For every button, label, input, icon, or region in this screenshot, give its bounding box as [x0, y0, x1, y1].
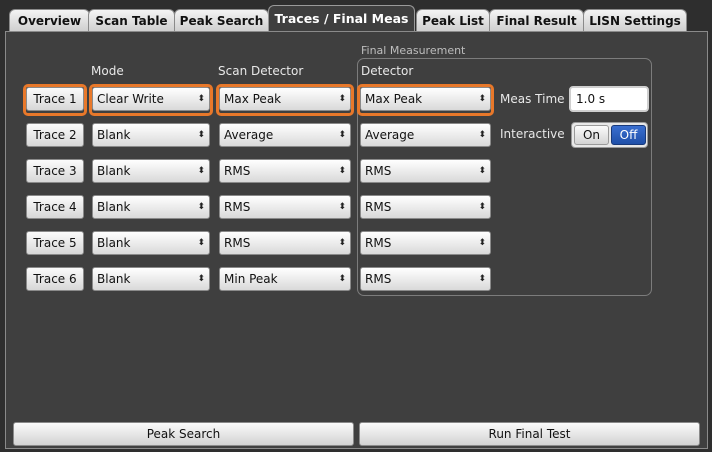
scan-detector-value-4: RMS [224, 200, 251, 214]
trace-6-button[interactable]: Trace 6 [26, 267, 84, 291]
mode-value-1: Clear Write [97, 92, 164, 106]
final-detector-value-1: Max Peak [365, 92, 423, 106]
select-arrows-icon: ⬍ [197, 202, 205, 212]
scan-detector-value-1: Max Peak [224, 92, 282, 106]
tab-scan-table[interactable]: Scan Table [88, 9, 175, 31]
scan-detector-value-2: Average [224, 128, 274, 142]
mode-value-2: Blank [97, 128, 131, 142]
tab-bar: Overview Scan Table Peak Search Traces /… [0, 0, 712, 34]
trace-5-button[interactable]: Trace 5 [26, 231, 84, 255]
meas-time-input[interactable]: 1.0 s [569, 86, 649, 112]
select-arrows-icon: ⬍ [478, 274, 486, 284]
scan-detector-select-6[interactable]: Min Peak ⬍ [219, 267, 351, 291]
select-arrows-icon: ⬍ [478, 94, 486, 104]
select-arrows-icon: ⬍ [338, 202, 346, 212]
mode-select-2[interactable]: Blank ⬍ [92, 123, 210, 147]
scan-detector-header: Scan Detector [218, 64, 304, 78]
select-arrows-icon: ⬍ [478, 238, 486, 248]
final-detector-value-6: RMS [365, 272, 392, 286]
select-arrows-icon: ⬍ [338, 94, 346, 104]
trace-2-button[interactable]: Trace 2 [26, 123, 84, 147]
final-detector-select-2[interactable]: Average ⬍ [360, 123, 491, 147]
select-arrows-icon: ⬍ [478, 202, 486, 212]
trace-4-button[interactable]: Trace 4 [26, 195, 84, 219]
interactive-label: Interactive [500, 127, 565, 141]
select-arrows-icon: ⬍ [338, 130, 346, 140]
scan-detector-select-3[interactable]: RMS ⬍ [219, 159, 351, 183]
scan-detector-value-3: RMS [224, 164, 251, 178]
scan-detector-select-1[interactable]: Max Peak ⬍ [219, 87, 351, 111]
scan-detector-select-4[interactable]: RMS ⬍ [219, 195, 351, 219]
mode-select-3[interactable]: Blank ⬍ [92, 159, 210, 183]
tab-final-result[interactable]: Final Result [489, 9, 584, 31]
final-detector-select-5[interactable]: RMS ⬍ [360, 231, 491, 255]
select-arrows-icon: ⬍ [478, 166, 486, 176]
mode-select-1[interactable]: Clear Write ⬍ [92, 87, 210, 111]
final-detector-select-4[interactable]: RMS ⬍ [360, 195, 491, 219]
select-arrows-icon: ⬍ [197, 130, 205, 140]
select-arrows-icon: ⬍ [197, 274, 205, 284]
mode-select-5[interactable]: Blank ⬍ [92, 231, 210, 255]
interactive-toggle[interactable]: On Off [571, 122, 648, 148]
tab-traces-final-meas[interactable]: Traces / Final Meas [268, 5, 415, 34]
mode-value-5: Blank [97, 236, 131, 250]
select-arrows-icon: ⬍ [478, 130, 486, 140]
final-detector-value-2: Average [365, 128, 415, 142]
scan-detector-select-5[interactable]: RMS ⬍ [219, 231, 351, 255]
mode-value-4: Blank [97, 200, 131, 214]
select-arrows-icon: ⬍ [197, 166, 205, 176]
tab-peak-list[interactable]: Peak List [416, 9, 490, 31]
select-arrows-icon: ⬍ [197, 94, 205, 104]
mode-value-6: Blank [97, 272, 131, 286]
mode-select-4[interactable]: Blank ⬍ [92, 195, 210, 219]
meas-time-label: Meas Time [500, 92, 565, 106]
final-measurement-group-label: Final Measurement [361, 44, 466, 57]
interactive-off-button[interactable]: Off [611, 125, 646, 145]
final-detector-value-5: RMS [365, 236, 392, 250]
run-final-test-button[interactable]: Run Final Test [359, 422, 700, 446]
mode-header: Mode [91, 64, 124, 78]
tab-overview[interactable]: Overview [9, 9, 90, 31]
mode-select-6[interactable]: Blank ⬍ [92, 267, 210, 291]
select-arrows-icon: ⬍ [338, 238, 346, 248]
mode-value-3: Blank [97, 164, 131, 178]
scan-detector-value-5: RMS [224, 236, 251, 250]
peak-search-button[interactable]: Peak Search [13, 422, 354, 446]
interactive-on-button[interactable]: On [574, 125, 609, 145]
final-detector-select-6[interactable]: RMS ⬍ [360, 267, 491, 291]
tab-lisn-settings[interactable]: LISN Settings [583, 9, 687, 31]
scan-detector-value-6: Min Peak [224, 272, 278, 286]
final-detector-select-1[interactable]: Max Peak ⬍ [360, 87, 491, 111]
select-arrows-icon: ⬍ [338, 274, 346, 284]
select-arrows-icon: ⬍ [338, 166, 346, 176]
trace-1-button[interactable]: Trace 1 [26, 87, 84, 111]
trace-3-button[interactable]: Trace 3 [26, 159, 84, 183]
scan-detector-select-2[interactable]: Average ⬍ [219, 123, 351, 147]
final-detector-value-4: RMS [365, 200, 392, 214]
select-arrows-icon: ⬍ [197, 238, 205, 248]
tab-peak-search[interactable]: Peak Search [174, 9, 269, 31]
final-detector-value-3: RMS [365, 164, 392, 178]
final-detector-select-3[interactable]: RMS ⬍ [360, 159, 491, 183]
